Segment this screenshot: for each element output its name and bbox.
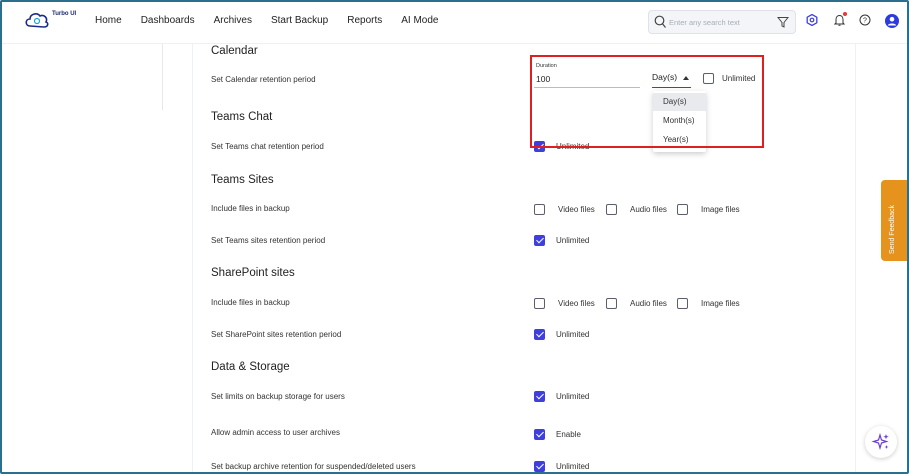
storage-limits-value: Unlimited [556, 392, 590, 401]
sharepoint-include-label: Include files in backup [211, 298, 290, 307]
admin-access-checkbox[interactable] [534, 429, 545, 440]
teams-sites-include-label: Include files in backup [211, 204, 290, 213]
svg-text:?: ? [863, 18, 867, 25]
main-nav: Home Dashboards Archives Start Backup Re… [95, 15, 439, 26]
duration-unit-select[interactable]: Day(s) [652, 72, 691, 88]
calendar-retention-label: Set Calendar retention period [211, 75, 316, 84]
top-navigation-bar: Turbo UI Home Dashboards Archives Start … [0, 0, 909, 44]
teams-sites-section-title: Teams Sites [211, 174, 274, 186]
unit-option-days[interactable]: Day(s) [653, 93, 706, 111]
filter-icon[interactable] [777, 16, 789, 28]
teams-chat-retention-label: Set Teams chat retention period [211, 142, 324, 151]
sharepoint-image-checkbox[interactable] [677, 298, 688, 309]
notification-dot [843, 12, 847, 16]
teams-sites-unlimited-checkbox[interactable] [534, 235, 545, 246]
teams-sites-retention-label: Set Teams sites retention period [211, 236, 326, 245]
archive-retention-checkbox[interactable] [534, 461, 545, 472]
user-icon [887, 16, 897, 26]
nav-home[interactable]: Home [95, 15, 122, 26]
ai-assistant-button[interactable] [865, 426, 897, 458]
unit-option-months[interactable]: Month(s) [653, 112, 706, 130]
calendar-unlimited-label: Unlimited [722, 74, 756, 83]
settings-icon[interactable] [806, 14, 818, 26]
teams-sites-audio-label: Audio files [630, 205, 667, 214]
highlight-box [530, 55, 764, 148]
sidebar-divider [162, 44, 163, 110]
admin-access-label: Allow admin access to user archives [211, 428, 340, 437]
cloud-logo-icon [25, 13, 49, 28]
nav-archives[interactable]: Archives [214, 15, 252, 26]
duration-unit-value: Day(s) [652, 72, 678, 82]
calendar-unlimited-checkbox[interactable] [703, 73, 714, 84]
sharepoint-audio-checkbox[interactable] [606, 298, 617, 309]
teams-sites-unlimited-label: Unlimited [556, 236, 590, 245]
sharepoint-unlimited-label: Unlimited [556, 330, 590, 339]
teams-chat-unlimited-label: Unlimited [556, 142, 590, 151]
admin-access-value: Enable [556, 430, 581, 439]
search-box[interactable] [648, 10, 796, 34]
teams-sites-audio-checkbox[interactable] [606, 204, 617, 215]
search-icon [654, 15, 666, 28]
archive-retention-value: Unlimited [556, 462, 590, 471]
send-feedback-tab[interactable]: Send Feedback [881, 180, 907, 261]
sharepoint-video-label: Video files [558, 299, 595, 308]
sparkle-icon [871, 432, 889, 451]
sharepoint-video-checkbox[interactable] [534, 298, 545, 309]
sharepoint-unlimited-checkbox[interactable] [534, 329, 545, 340]
sharepoint-section-title: SharePoint sites [211, 267, 295, 279]
duration-label: Duration [536, 63, 557, 69]
calendar-section-title: Calendar [211, 45, 258, 57]
search-input[interactable] [669, 14, 769, 30]
teams-sites-image-checkbox[interactable] [677, 204, 688, 215]
storage-limits-label: Set limits on backup storage for users [211, 392, 345, 401]
chevron-up-icon [683, 76, 689, 80]
teams-chat-unlimited-checkbox[interactable] [534, 141, 545, 152]
archive-retention-label: Set backup archive retention for suspend… [211, 462, 416, 471]
storage-limits-checkbox[interactable] [534, 391, 545, 402]
sharepoint-image-label: Image files [701, 299, 740, 308]
duration-input[interactable] [534, 71, 640, 88]
nav-start-backup[interactable]: Start Backup [271, 15, 328, 26]
nav-reports[interactable]: Reports [347, 15, 382, 26]
sharepoint-audio-label: Audio files [630, 299, 667, 308]
window-frame [0, 0, 909, 474]
content-border-right [855, 44, 856, 474]
teams-sites-image-label: Image files [701, 205, 740, 214]
send-feedback-label: Send Feedback [889, 204, 896, 254]
data-storage-section-title: Data & Storage [211, 361, 290, 373]
teams-sites-video-label: Video files [558, 205, 595, 214]
content-border-left [192, 44, 193, 474]
nav-dashboards[interactable]: Dashboards [141, 15, 195, 26]
user-avatar[interactable] [885, 14, 899, 28]
unit-option-years[interactable]: Year(s) [653, 131, 706, 149]
nav-ai-mode[interactable]: AI Mode [401, 15, 438, 26]
duration-unit-dropdown: Day(s) Month(s) Year(s) [653, 91, 706, 152]
teams-chat-section-title: Teams Chat [211, 111, 273, 123]
app-logo[interactable]: Turbo UI [24, 9, 84, 35]
help-icon[interactable]: ? [859, 14, 871, 26]
logo-text: Turbo UI [52, 11, 77, 17]
teams-sites-video-checkbox[interactable] [534, 204, 545, 215]
sharepoint-retention-label: Set SharePoint sites retention period [211, 330, 342, 339]
